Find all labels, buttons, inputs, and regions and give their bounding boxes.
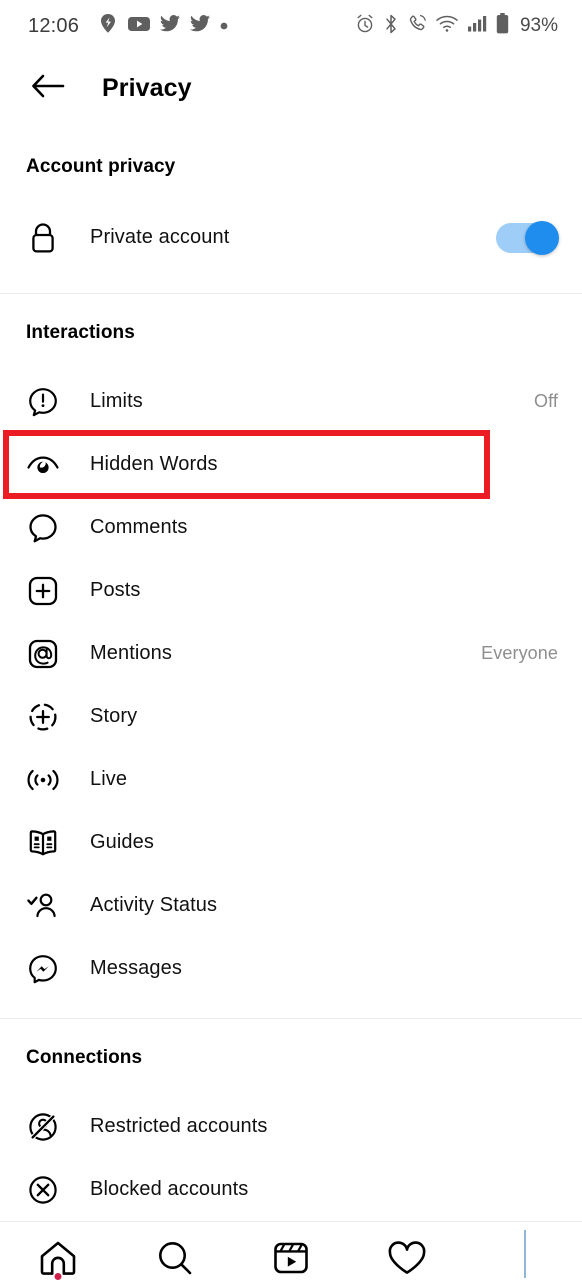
location-pin-notification-icon (98, 13, 118, 40)
signal-icon (467, 15, 487, 37)
row-limits[interactable]: Limits Off (0, 370, 582, 433)
row-label: Live (90, 768, 128, 790)
row-label: Private account (90, 226, 230, 248)
wifi-icon (436, 15, 458, 37)
page-header: Privacy (0, 52, 582, 124)
row-restricted-accounts[interactable]: Restricted accounts (0, 1095, 582, 1158)
battery-percentage: 93% (519, 15, 558, 36)
row-private-account[interactable]: Private account (0, 206, 582, 269)
row-guides[interactable]: Guides (0, 811, 582, 874)
phone-screen: 12:06 93% Privacy Account privacy Privat… (0, 0, 582, 1286)
status-bar: 12:06 93% (0, 0, 582, 52)
nav-item-home[interactable] (0, 1222, 116, 1286)
row-hidden-words[interactable]: Hidden Words (0, 433, 582, 496)
row-mentions[interactable]: Mentions Everyone (0, 622, 582, 685)
row-blocked-accounts[interactable]: Blocked accounts (0, 1158, 582, 1221)
wifi-calling-icon (407, 14, 427, 39)
bottom-navigation-bar: Screenshot on the phone (0, 1221, 582, 1286)
back-arrow-icon (31, 73, 65, 104)
lock-icon (26, 221, 60, 255)
row-label: Comments (90, 516, 188, 538)
messenger-icon (26, 952, 60, 986)
section-heading-account-privacy: Account privacy (26, 156, 176, 177)
row-story[interactable]: Story (0, 685, 582, 748)
nav-item-activity[interactable] (349, 1222, 465, 1286)
section-heading-connections: Connections (26, 1047, 143, 1068)
row-label: Hidden Words (90, 453, 218, 475)
row-messages[interactable]: Messages (0, 937, 582, 1000)
row-value-limits: Off (534, 391, 558, 411)
status-bar-right: 93% (355, 13, 558, 39)
search-icon (156, 1239, 194, 1282)
home-badge-dot (54, 1273, 62, 1280)
private-account-toggle[interactable] (496, 220, 559, 255)
status-bar-left: 12:06 (28, 13, 228, 40)
row-activity-status[interactable]: Activity Status (0, 874, 582, 937)
row-value-mentions: Everyone (481, 643, 558, 663)
settings-list: Account privacy Private account Interact… (0, 124, 582, 1221)
back-button[interactable] (26, 66, 70, 110)
row-live[interactable]: Live (0, 748, 582, 811)
page-title: Privacy (102, 73, 192, 102)
status-bar-notification-icons (98, 13, 228, 40)
nav-item-reels[interactable] (233, 1222, 349, 1286)
battery-icon (496, 13, 509, 39)
limits-icon (26, 385, 60, 419)
guides-icon (26, 826, 60, 860)
bluetooth-icon (384, 14, 398, 39)
row-label: Guides (90, 831, 154, 853)
nav-item-search[interactable] (116, 1222, 232, 1286)
youtube-icon (128, 16, 151, 37)
connections-rows: Restricted accounts Blocked accounts (0, 1095, 582, 1221)
live-icon (26, 763, 60, 797)
mentions-icon (26, 637, 60, 671)
dot-icon (220, 17, 228, 35)
row-posts[interactable]: Posts (0, 559, 582, 622)
row-label: Limits (90, 390, 143, 412)
alarm-icon (355, 14, 375, 39)
row-comments[interactable]: Comments (0, 496, 582, 559)
activity-status-icon (26, 889, 60, 923)
blocked-accounts-icon (26, 1173, 60, 1207)
posts-icon (26, 574, 60, 608)
row-label: Messages (90, 957, 182, 979)
twitter-icon (160, 15, 181, 37)
reels-icon (271, 1239, 311, 1282)
twitter-icon (190, 15, 211, 37)
status-bar-clock: 12:06 (28, 14, 80, 37)
row-label: Posts (90, 579, 141, 601)
row-label: Mentions (90, 642, 172, 664)
row-label: Restricted accounts (90, 1115, 268, 1137)
section-heading-interactions: Interactions (26, 322, 135, 343)
section-divider (0, 293, 582, 294)
story-icon (26, 700, 60, 734)
section-divider (0, 1018, 582, 1019)
row-label: Story (90, 705, 138, 727)
comment-icon (26, 511, 60, 545)
heart-icon (386, 1239, 428, 1282)
profile-avatar-icon (523, 1230, 526, 1278)
interactions-rows: Limits Off Hidden Words Comments Posts M… (0, 370, 582, 1000)
toggle-knob (525, 220, 559, 255)
row-label: Blocked accounts (90, 1178, 249, 1200)
restricted-accounts-icon (26, 1110, 60, 1144)
hidden-words-icon (26, 448, 60, 482)
row-label: Activity Status (90, 894, 218, 916)
nav-item-profile[interactable]: Screenshot on the phone (466, 1222, 582, 1286)
